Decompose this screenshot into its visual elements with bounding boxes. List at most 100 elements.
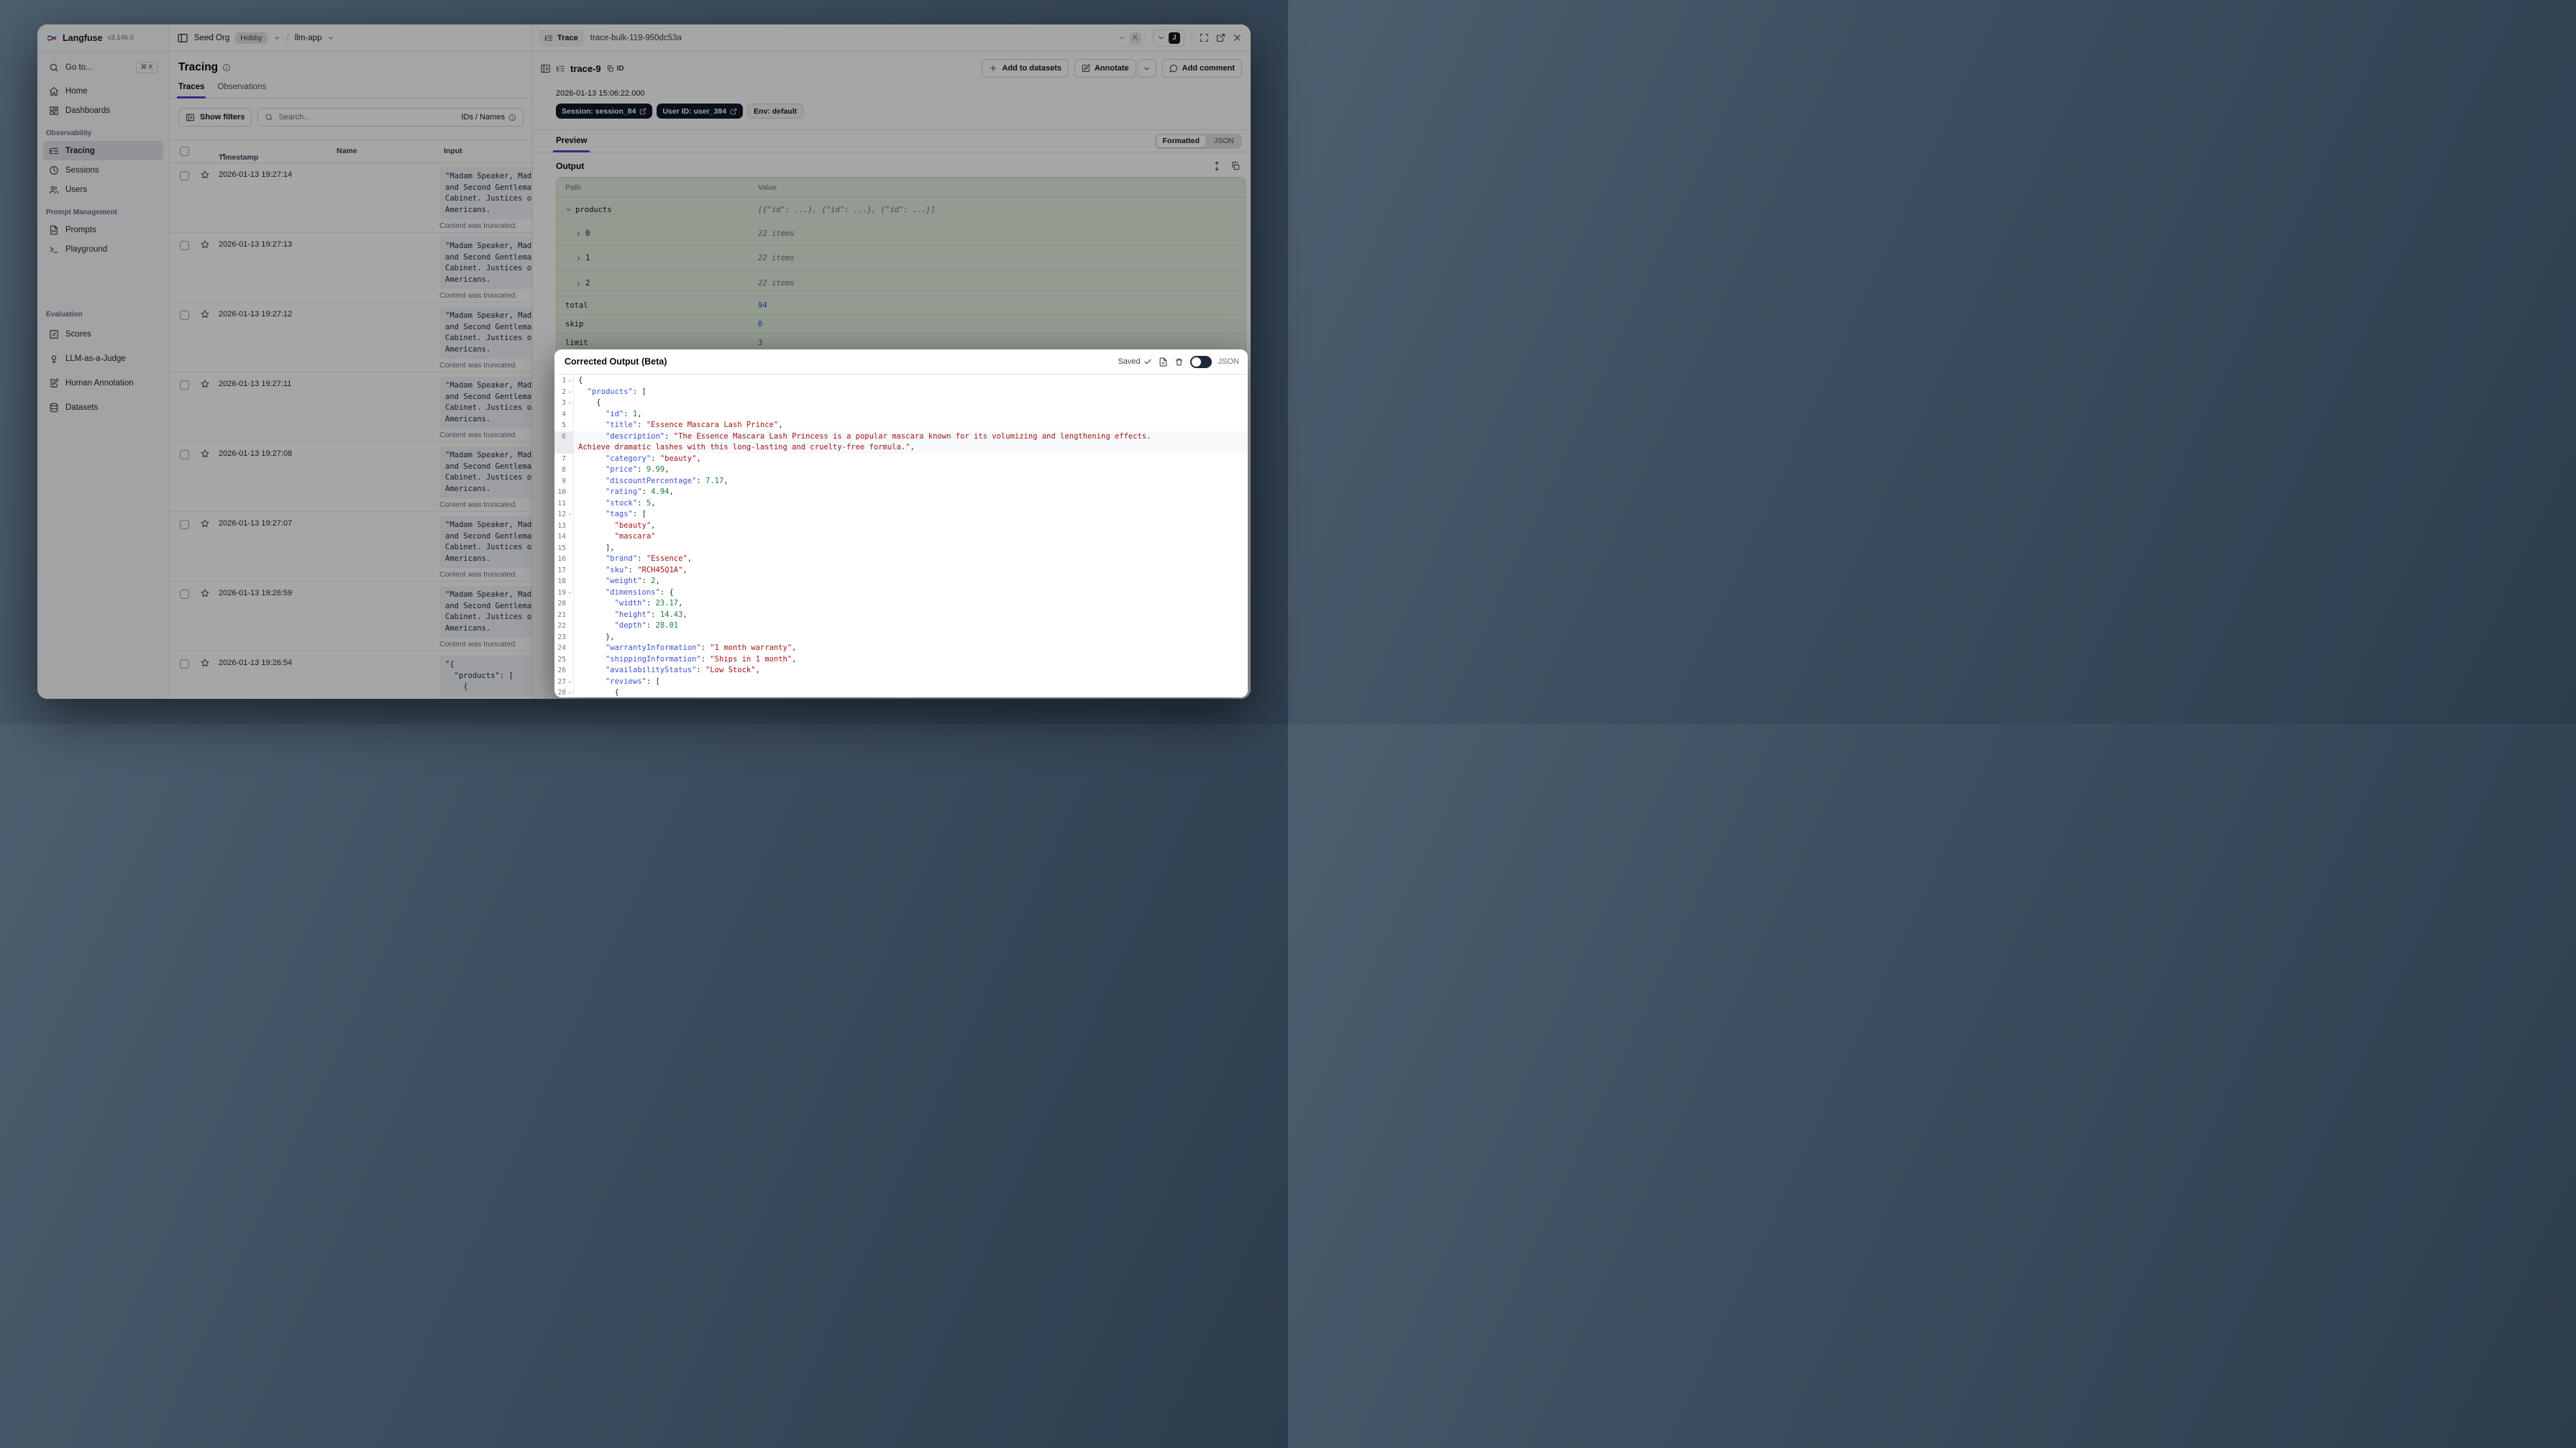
code-content: {: [578, 398, 601, 407]
code-content: "products": [: [587, 387, 647, 396]
line-gutter: 14: [554, 531, 574, 543]
toggle-knob: [1191, 357, 1201, 367]
code-content: "title": "Essence Mascara Lash Prince",: [605, 421, 783, 429]
code-line[interactable]: 7 "category": "beauty",: [554, 453, 1248, 464]
json-toggle[interactable]: [1189, 355, 1212, 368]
line-number: 27: [557, 677, 566, 686]
code-content: "mascara": [614, 532, 656, 541]
code-content: "description": "The Essence Mascara Lash…: [574, 431, 1248, 454]
code-line[interactable]: 18 "weight": 2,: [554, 576, 1248, 587]
fold-chevron-icon[interactable]: [566, 590, 573, 595]
save-file-icon[interactable]: [1159, 357, 1168, 367]
line-gutter: 28: [554, 687, 574, 697]
trash-icon[interactable]: [1174, 357, 1184, 367]
line-number: 16: [557, 555, 566, 563]
line-gutter: 16: [554, 554, 574, 565]
line-gutter: 2: [554, 386, 574, 398]
line-number: 14: [557, 533, 566, 541]
line-number: 19: [557, 588, 566, 597]
code-content: ],: [578, 543, 615, 552]
line-number: 21: [557, 610, 566, 619]
line-gutter: 15: [554, 542, 574, 554]
code-line[interactable]: 14 "mascara": [554, 531, 1248, 543]
line-gutter: 4: [554, 408, 574, 420]
line-number: 22: [557, 622, 566, 630]
line-number: 13: [557, 521, 566, 530]
line-gutter: 24: [554, 643, 574, 654]
code-content: {: [578, 376, 583, 385]
code-line[interactable]: 22 "depth": 28.01: [554, 620, 1248, 632]
code-content: "sku": "RCH45Q1A",: [605, 565, 688, 574]
line-gutter: 18: [554, 576, 574, 587]
code-line[interactable]: 20 "width": 23.17,: [554, 598, 1248, 610]
line-number: 8: [562, 466, 566, 474]
fold-chevron-icon[interactable]: [566, 400, 573, 405]
code-line[interactable]: 27 "reviews": [: [554, 676, 1248, 687]
line-gutter: 26: [554, 665, 574, 677]
line-number: 24: [557, 644, 566, 652]
line-gutter: 12: [554, 509, 574, 521]
code-line[interactable]: 25 "shippingInformation": "Ships in 1 mo…: [554, 654, 1248, 665]
code-line[interactable]: 11 "stock": 5,: [554, 498, 1248, 509]
code-content: "rating": 4.94,: [605, 487, 674, 496]
line-number: 26: [557, 666, 566, 674]
code-content: },: [578, 632, 615, 641]
code-line[interactable]: 17 "sku": "RCH45Q1A",: [554, 564, 1248, 576]
code-line[interactable]: 19 "dimensions": {: [554, 587, 1248, 598]
line-number: 6: [562, 432, 566, 441]
line-number: 15: [557, 544, 566, 552]
code-line[interactable]: 24 "warrantyInformation": "1 month warra…: [554, 643, 1248, 654]
fold-chevron-icon[interactable]: [566, 679, 573, 684]
json-code-editor[interactable]: 1{2 "products": [3 {4 "id": 1, 5 "title":…: [554, 374, 1248, 697]
code-line[interactable]: 3 {: [554, 398, 1248, 409]
code-content: "stock": 5,: [605, 498, 656, 508]
code-line[interactable]: 13 "beauty",: [554, 520, 1248, 531]
code-line[interactable]: 6 "description": "The Essence Mascara La…: [554, 431, 1248, 454]
fold-chevron-icon[interactable]: [566, 390, 573, 395]
corrected-output-title: Corrected Output (Beta): [565, 357, 667, 367]
line-gutter: 22: [554, 620, 574, 632]
line-number: 20: [557, 600, 566, 608]
line-gutter: 11: [554, 498, 574, 509]
code-content: "beauty",: [614, 521, 656, 530]
line-gutter: 3: [554, 398, 574, 409]
code-content: {: [578, 688, 619, 697]
code-line[interactable]: 15 ],: [554, 542, 1248, 554]
line-number: 10: [557, 488, 566, 496]
line-number: 4: [562, 410, 566, 418]
line-number: 7: [562, 454, 566, 463]
code-content: "shippingInformation": "Ships in 1 month…: [605, 654, 797, 664]
code-line[interactable]: 23 },: [554, 631, 1248, 643]
code-line[interactable]: 9 "discountPercentage": 7.17,: [554, 475, 1248, 487]
code-content: "price": 9.99,: [605, 465, 670, 474]
line-gutter: 17: [554, 564, 574, 576]
code-content: "discountPercentage": 7.17,: [605, 476, 729, 485]
code-line[interactable]: 8 "price": 9.99,: [554, 464, 1248, 476]
line-gutter: 23: [554, 631, 574, 643]
line-number: 18: [557, 577, 566, 585]
code-line[interactable]: 5 "title": "Essence Mascara Lash Prince"…: [554, 420, 1248, 431]
saved-status: Saved: [1118, 357, 1151, 366]
fold-chevron-icon[interactable]: [566, 378, 573, 383]
fold-chevron-icon[interactable]: [566, 512, 573, 517]
app-window: Langfuse v3.146.0 Go to... ⌘ K Home Dashboa…: [37, 24, 1251, 699]
fold-chevron-icon[interactable]: [566, 690, 573, 695]
code-content: "brand": "Essence",: [605, 554, 693, 563]
code-line[interactable]: 28 {: [554, 687, 1248, 697]
code-content: "reviews": [: [605, 677, 660, 686]
line-gutter: 21: [554, 609, 574, 620]
code-line[interactable]: 1{: [554, 375, 1248, 387]
code-content: "width": 23.17,: [614, 599, 683, 608]
code-line[interactable]: 12 "tags": [: [554, 509, 1248, 521]
line-number: 9: [562, 477, 566, 485]
code-line[interactable]: 26 "availabilityStatus": "Low Stock",: [554, 665, 1248, 677]
line-gutter: 19: [554, 587, 574, 598]
code-content: "id": 1,: [605, 409, 642, 418]
code-line[interactable]: 4 "id": 1,: [554, 408, 1248, 420]
code-line[interactable]: 21 "height": 14.43,: [554, 609, 1248, 620]
code-line[interactable]: 16 "brand": "Essence",: [554, 554, 1248, 565]
saved-label: Saved: [1118, 357, 1141, 366]
code-line[interactable]: 10 "rating": 4.94,: [554, 487, 1248, 498]
code-line[interactable]: 2 "products": [: [554, 386, 1248, 398]
corrected-output-card: Corrected Output (Beta) Saved JSON 1{2 "…: [554, 349, 1248, 697]
